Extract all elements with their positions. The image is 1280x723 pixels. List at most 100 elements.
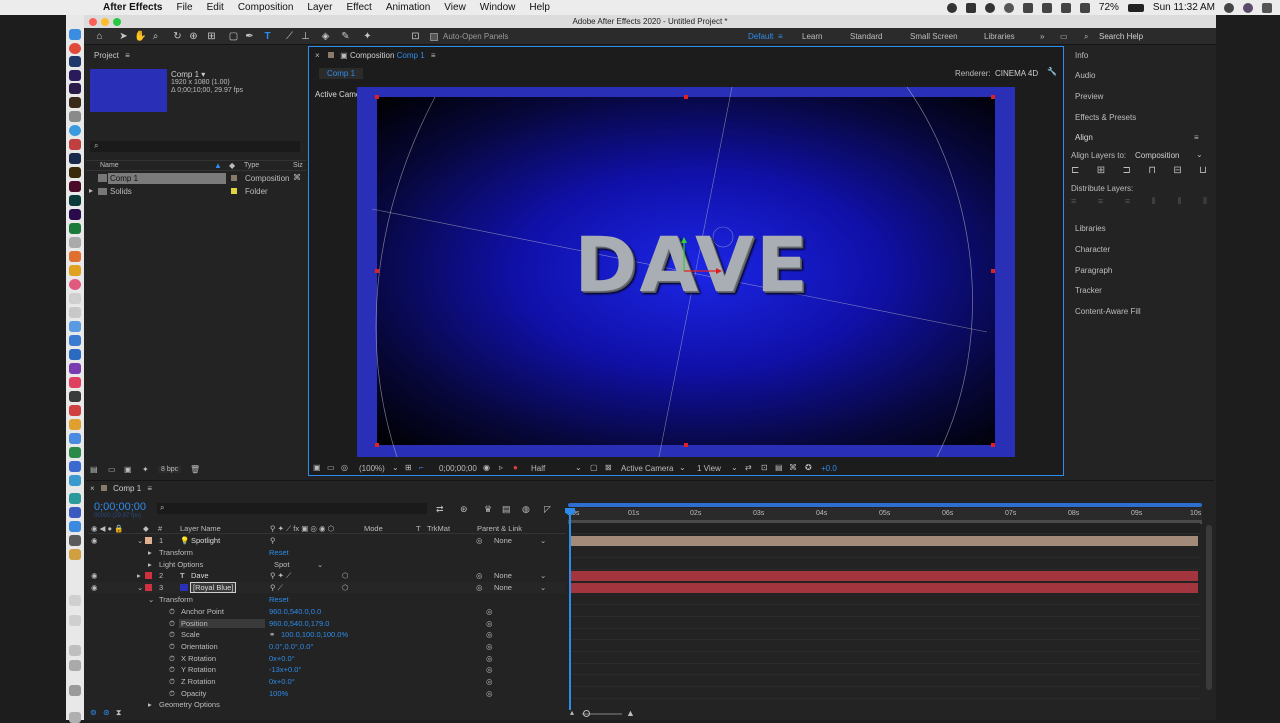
chrome-icon[interactable] (69, 43, 81, 54)
after-effects-dock-icon[interactable] (69, 70, 81, 81)
menu-app-name[interactable]: After Effects (103, 2, 162, 13)
new-folder-icon[interactable]: ▭ (108, 465, 116, 474)
layer-row-spotlight[interactable]: ◉ ⌄ 1 💡 Spotlight ⚲ ◎ None ⌄ (88, 535, 566, 546)
expand-arrow-icon[interactable]: ▸ (148, 548, 152, 557)
project-row-comp[interactable]: Comp 1 Composition ⌘ (86, 173, 306, 184)
close-tab-icon[interactable]: × (315, 51, 320, 60)
pickwhip-icon[interactable]: ◎ (486, 607, 493, 616)
prop-value[interactable]: 0.0°,0.0°,0.0° (269, 642, 313, 651)
app-icon[interactable] (69, 685, 81, 696)
panel-content-aware-fill[interactable]: Content-Aware Fill (1075, 307, 1141, 316)
zoom-tool-icon[interactable]: ⌕ (150, 31, 161, 42)
bluetooth-icon[interactable] (1022, 2, 1033, 13)
pan-behind-tool-icon[interactable]: ⊞ (206, 31, 217, 42)
prop-value[interactable]: 100% (269, 689, 288, 698)
light-type-dropdown[interactable]: Spot (274, 560, 289, 569)
trash-icon[interactable] (69, 712, 81, 723)
toggle-pixel-aspect-icon[interactable]: ⇄ (745, 463, 752, 472)
pickwhip-icon[interactable]: ◎ (476, 536, 483, 545)
layer-row-dave[interactable]: ◉ ▸ 2 T Dave ⚲ ✦ ⟋ ⬡ ◎ None ⌄ (88, 570, 566, 581)
align-hcenter-icon[interactable]: ⊞ (1097, 165, 1105, 179)
notification-center-icon[interactable] (1262, 2, 1272, 13)
app-icon[interactable] (69, 363, 81, 374)
dropbox-icon[interactable] (965, 2, 976, 13)
reset-link[interactable]: Reset (269, 595, 289, 604)
prop-y-rotation[interactable]: ⏱ Y Rotation -13x+0.0° ◎ (88, 664, 566, 675)
layer-switches[interactable]: ⚲ ✦ ⟋ (270, 571, 291, 581)
parent-dropdown[interactable]: None (494, 583, 512, 592)
app-icon[interactable] (69, 391, 81, 402)
layer-switches[interactable]: ⚲ ⟋ (270, 583, 283, 593)
app-icon[interactable] (69, 595, 81, 606)
panel-paragraph[interactable]: Paragraph (1075, 266, 1112, 275)
pickwhip-icon[interactable]: ◎ (486, 630, 493, 639)
snapshot-icon[interactable]: ◉ (483, 463, 490, 472)
panel-menu-icon[interactable]: ≡ (125, 51, 130, 60)
expand-arrow-icon[interactable]: ▸ (89, 186, 93, 195)
parent-dropdown[interactable]: None (494, 571, 512, 580)
lock-icon[interactable] (327, 52, 334, 58)
app-icon[interactable] (69, 265, 81, 276)
comp-viewer[interactable]: DAVE (357, 87, 1015, 457)
app-icon[interactable] (69, 535, 81, 546)
timeline-search-input[interactable]: ⌕ (157, 503, 427, 514)
label-color-swatch[interactable] (145, 537, 152, 544)
excel-icon[interactable] (69, 223, 81, 234)
prop-value[interactable]: -13x+0.0° (269, 665, 301, 674)
camera-tool-icon[interactable]: ⊕ (188, 31, 199, 42)
app-icon[interactable] (69, 377, 81, 388)
draft-3d-icon[interactable]: ⊛ (460, 504, 468, 515)
prop-value[interactable]: 960.0,540.0,0.0 (269, 607, 321, 616)
roto-brush-tool-icon[interactable]: ✎ (340, 31, 351, 42)
prop-opacity[interactable]: ⏱ Opacity 100% ◎ (88, 688, 566, 699)
panel-libraries[interactable]: Libraries (1075, 224, 1106, 233)
workspace-standard[interactable]: Standard (850, 32, 882, 41)
grid-icon[interactable]: ⊞ (405, 463, 412, 472)
app-icon[interactable] (69, 645, 81, 656)
time-ruler[interactable]: 0s 01s 02s 03s 04s 05s 06s 07s 08s 09s 1… (568, 508, 1202, 520)
camera-view-dropdown[interactable]: Active Camera (621, 464, 673, 473)
expand-arrow-icon[interactable]: ⌄ (137, 583, 143, 592)
prop-value[interactable]: 0x+0.0° (269, 677, 295, 686)
transform-gizmo[interactable] (672, 235, 722, 275)
align-top-icon[interactable]: ⊓ (1148, 165, 1156, 179)
zoom-dropdown[interactable]: (100%) (359, 464, 385, 473)
timeline-scrollbar[interactable] (1206, 525, 1212, 690)
workspace-libraries[interactable]: Libraries (984, 32, 1015, 41)
3d-layer-switch-icon[interactable]: ⬡ (342, 571, 349, 580)
expand-arrow-icon[interactable]: ⌄ (148, 595, 154, 604)
spotlight-transform-row[interactable]: ▸ Transform Reset (88, 547, 566, 558)
app-icon[interactable] (69, 660, 81, 671)
zoom-out-icon[interactable]: ▴ (570, 708, 574, 717)
stopwatch-icon[interactable]: ⏱ (169, 654, 175, 664)
app-icon[interactable] (69, 447, 81, 458)
app-icon[interactable] (69, 335, 81, 346)
user-avatar-icon[interactable] (1243, 2, 1253, 13)
distribute-right-icon[interactable]: ⦀ (1203, 196, 1207, 206)
pickwhip-icon[interactable]: ◎ (486, 665, 493, 674)
pickwhip-icon[interactable]: ◎ (486, 689, 493, 698)
eraser-tool-icon[interactable]: ◈ (320, 31, 331, 42)
stopwatch-icon[interactable]: ⏱ (169, 630, 175, 640)
rectangle-tool-icon[interactable]: ▢ (228, 31, 239, 42)
mask-visibility-icon[interactable]: ⌐ (419, 463, 424, 472)
pickwhip-icon[interactable]: ◎ (476, 583, 483, 592)
flowchart-icon[interactable]: ⌘ (789, 463, 797, 472)
close-tab-icon[interactable]: × (90, 484, 95, 493)
search-help-field[interactable]: Search Help (1099, 32, 1143, 41)
always-preview-icon[interactable]: ▣ (313, 463, 321, 472)
prop-value[interactable]: 960.0,540.0,179.0 (269, 619, 329, 628)
prop-orientation[interactable]: ⏱ Orientation 0.0°,0.0°,0.0° ◎ (88, 641, 566, 652)
composition-mini-flowchart-icon[interactable]: ⇄ (436, 504, 444, 515)
timeline-icon[interactable]: ▤ (775, 463, 783, 472)
project-tab[interactable]: Project ≡ (94, 51, 130, 60)
app-icon[interactable] (69, 549, 81, 560)
label-color-swatch[interactable] (145, 572, 152, 579)
workspace-menu-icon[interactable]: ≡ (778, 32, 783, 41)
layer-name[interactable]: Spotlight (191, 536, 220, 545)
interpret-footage-icon[interactable]: ▤ (90, 465, 98, 474)
panel-tracker[interactable]: Tracker (1075, 286, 1102, 295)
layer-bar-royal-blue[interactable] (570, 583, 1198, 593)
timeline-tab[interactable]: × Comp 1 ≡ (90, 484, 152, 493)
workspace-default[interactable]: Default (748, 32, 773, 41)
